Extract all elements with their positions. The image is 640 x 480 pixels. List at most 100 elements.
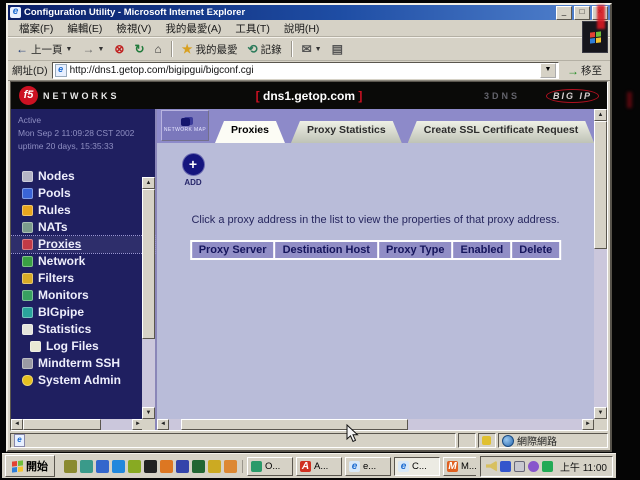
nats-icon [22,222,33,233]
add-plus-icon[interactable]: + [182,153,205,176]
sidebar-item-rules[interactable]: Rules [11,202,155,219]
menu-edit[interactable]: 編輯(E) [61,20,108,37]
sidebar-item-label: Proxies [38,237,81,251]
sidebar-item-label: Mindterm SSH [38,356,120,370]
forward-button[interactable]: → ▼ [78,39,108,59]
favorites-star-icon: ★ [182,43,193,55]
scrollbar-thumb[interactable] [594,121,607,249]
mail-button[interactable]: ✉ ▼ [298,39,326,59]
tray-app-icon[interactable] [528,461,539,472]
back-dropdown-icon[interactable]: ▼ [66,46,73,53]
sidebar-horizontal-scrollbar[interactable]: ◄ ► [11,419,144,430]
task-button-1[interactable]: O... [247,457,293,476]
refresh-button[interactable]: ↻ [130,39,148,59]
sidebar-item-pools[interactable]: Pools [11,185,155,202]
sidebar-vertical-scrollbar[interactable]: ▲ ▼ [142,177,155,419]
tab-proxy-statistics[interactable]: Proxy Statistics [291,121,402,143]
internet-globe-icon [502,435,514,447]
quicklaunch-icon-11[interactable] [224,460,237,473]
sidebar-item-statistics[interactable]: Statistics [11,321,155,338]
stop-button[interactable]: ⊗ [110,39,128,59]
quicklaunch-icon-6[interactable] [144,460,157,473]
quicklaunch-icon-9[interactable] [192,460,205,473]
tray-app-icon-2[interactable] [542,461,553,472]
quicklaunch-icon-3[interactable] [96,460,109,473]
volume-icon[interactable] [486,461,497,472]
sidebar-item-system-admin[interactable]: System Admin [11,372,155,389]
network-map-button[interactable]: NETWORK MAP [161,110,209,141]
scroll-left-icon[interactable]: ◄ [157,419,169,430]
sidebar-item-nats[interactable]: NATs [11,219,155,236]
input-method-flag-icon[interactable] [500,461,511,472]
history-button[interactable]: ⟲ 記錄 [244,39,286,59]
title-bar[interactable]: e Configuration Utility - Microsoft Inte… [8,5,610,20]
ie-toolbar: ← 上一頁 ▼ → ▼ ⊗ ↻ ⌂ ★ 我的最愛 ⟲ 記錄 ✉ ▼ [8,37,610,61]
mail-icon: ✉ [302,43,312,55]
mail-dropdown-icon[interactable]: ▼ [315,46,322,53]
scroll-down-icon[interactable]: ▼ [594,407,607,419]
scroll-down-icon[interactable]: ▼ [142,407,155,419]
back-button[interactable]: ← 上一頁 ▼ [12,39,76,59]
main-horizontal-scrollbar[interactable]: ◄ ► [157,419,594,430]
column-header-delete[interactable]: Delete [512,242,559,258]
maximize-button[interactable]: □ [574,6,590,20]
forward-dropdown-icon[interactable]: ▼ [97,46,104,53]
sidebar-item-log-files[interactable]: Log Files [11,338,155,355]
sidebar-item-filters[interactable]: Filters [11,270,155,287]
column-header-enabled[interactable]: Enabled [453,242,510,258]
sidebar-item-label: NATs [38,220,68,234]
print-button[interactable]: ▤ [328,39,347,59]
sidebar-item-network[interactable]: Network [11,253,155,270]
menu-tools[interactable]: 工具(T) [229,20,275,37]
quicklaunch-icon-8[interactable] [176,460,189,473]
favorites-button[interactable]: ★ 我的最愛 [178,39,242,59]
add-proxy-button[interactable]: + ADD [171,153,215,187]
sidebar-item-bigpipe[interactable]: BIGpipe [11,304,155,321]
scroll-left-icon[interactable]: ◄ [11,419,23,430]
scroll-up-icon[interactable]: ▲ [594,109,607,121]
scroll-right-icon[interactable]: ► [582,419,594,430]
scrollbar-thumb[interactable] [23,419,101,430]
go-button[interactable]: → 移至 [563,63,606,78]
menu-file[interactable]: 檔案(F) [13,20,59,37]
start-button[interactable]: 開始 [5,455,55,477]
quicklaunch-icon-1[interactable] [64,460,77,473]
menu-view[interactable]: 檢視(V) [110,20,157,37]
address-input[interactable]: e http://dns1.getop.com/bigipgui/bigconf… [52,62,559,79]
show-desktop-icon[interactable] [80,460,93,473]
sidebar-item-mindterm-ssh[interactable]: Mindterm SSH [11,355,155,372]
log-files-icon [30,341,41,352]
quicklaunch-icon-5[interactable] [128,460,141,473]
minimize-button[interactable]: _ [556,6,572,20]
scrollbar-thumb[interactable] [142,189,155,339]
column-header-proxy-type[interactable]: Proxy Type [379,242,452,258]
column-header-proxy-server[interactable]: Proxy Server [192,242,274,258]
address-dropdown-icon[interactable]: ▼ [540,63,556,78]
main-vertical-scrollbar[interactable]: ▲ ▼ [594,109,607,419]
task-button-2[interactable]: A A... [296,457,342,476]
sidebar-item-proxies[interactable]: Proxies [11,236,155,253]
sidebar-item-monitors[interactable]: Monitors [11,287,155,304]
ie-launch-icon[interactable] [112,460,125,473]
filters-icon [22,273,33,284]
proxies-icon [22,239,33,250]
task-button-5[interactable]: M M... [443,457,476,476]
home-button[interactable]: ⌂ [151,39,166,59]
address-url[interactable]: http://dns1.getop.com/bigipgui/bigconf.c… [70,65,537,76]
tab-proxies[interactable]: Proxies [215,121,285,143]
task-button-3[interactable]: e e... [345,457,391,476]
scrollbar-thumb[interactable] [181,419,408,430]
menu-favorites[interactable]: 我的最愛(A) [159,20,227,37]
quicklaunch-icon-10[interactable] [208,460,221,473]
column-header-destination-host[interactable]: Destination Host [276,242,377,258]
menu-help[interactable]: 說明(H) [278,20,326,37]
back-arrow-icon: ← [16,43,28,55]
sidebar-item-nodes[interactable]: Nodes [11,168,155,185]
quicklaunch-icon-7[interactable] [160,460,173,473]
task-button-configuration-utility[interactable]: e C... [394,457,440,476]
scroll-up-icon[interactable]: ▲ [142,177,155,189]
network-monitor-icon[interactable] [514,461,525,472]
proxy-table-header-row: Proxy Server Destination Host Proxy Type… [190,240,562,260]
tab-create-ssl-certificate-request[interactable]: Create SSL Certificate Request [408,121,594,143]
taskbar-clock[interactable]: 上午 11:00 [560,459,607,474]
